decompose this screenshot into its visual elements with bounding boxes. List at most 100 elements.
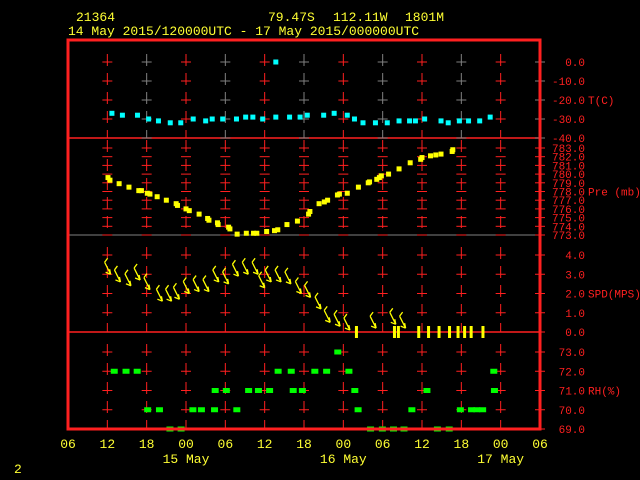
pressure-point (264, 229, 270, 235)
date-label: 16 May (320, 452, 367, 467)
temperature-point (167, 120, 173, 126)
temperature-point (109, 110, 115, 116)
pressure-point (378, 173, 384, 179)
relative_humidity-point (423, 388, 431, 393)
relative_humidity-point (289, 388, 297, 393)
pressure-point (243, 230, 249, 236)
pressure-point (336, 191, 342, 197)
relative_humidity-point (311, 368, 319, 374)
wind-arrow (323, 305, 331, 323)
calm-wind-bar (448, 326, 452, 338)
wind-arrow (113, 265, 122, 283)
temperature-point (477, 118, 483, 124)
temperature-point (321, 112, 327, 118)
relative_humidity-point (133, 368, 141, 374)
wind-arrow (314, 292, 322, 310)
y-tick-label: 1.0 (565, 309, 585, 321)
temperature-point (155, 118, 161, 124)
temperature-point (243, 114, 249, 120)
temperature-point (178, 120, 184, 126)
temperature-point (134, 112, 140, 118)
pressure-point (355, 184, 361, 190)
y-tick-label: 0.0 (565, 58, 585, 70)
meteogram-chart: 0.0-10.0-20.0-30.0-40.0T(C)783.0782.0781… (60, 38, 640, 467)
wind-arrow (343, 313, 351, 331)
temperature-point (372, 120, 378, 126)
temperature-point (250, 114, 256, 120)
temperature-point (407, 118, 413, 124)
pressure-point (428, 153, 434, 159)
y-tick-label: 72.0 (559, 367, 585, 379)
pressure-point (407, 160, 413, 166)
relative_humidity-point (122, 368, 130, 374)
temperature-point (260, 116, 266, 122)
wind-arrow (192, 275, 200, 293)
x-tick-label: 12 (100, 437, 116, 452)
y-tick-label: 2.0 (565, 290, 585, 302)
x-tick-label: 06 (375, 437, 391, 452)
x-tick-label: 06 (60, 437, 76, 452)
pressure-point (126, 184, 132, 190)
pressure-point (433, 152, 439, 158)
pressure-point (307, 209, 313, 215)
temperature-point (351, 116, 357, 122)
calm-wind-bar (417, 326, 421, 338)
calm-wind-bar (392, 326, 396, 338)
pressure-point (386, 171, 392, 177)
temperature-point (422, 116, 428, 122)
relative_humidity-point (345, 368, 353, 374)
pressure-point (196, 211, 202, 217)
relative_humidity-point (354, 407, 362, 413)
x-tick-label: 18 (296, 437, 312, 452)
temperature-point (456, 118, 462, 124)
pressure-point (325, 197, 331, 203)
panel-label: SPD(MPS) (588, 290, 640, 302)
pressure-point (450, 147, 456, 153)
pressure-point (294, 218, 300, 224)
calm-wind-bar (354, 326, 358, 338)
pressure-point (116, 181, 122, 187)
relative_humidity-point (323, 368, 331, 374)
y-tick-label: -20.0 (552, 96, 585, 108)
x-tick-label: 18 (454, 437, 470, 452)
relative_humidity-point (408, 407, 416, 413)
relative_humidity-point (456, 407, 464, 413)
relative_humidity-point (189, 407, 197, 413)
pressure-point (147, 191, 153, 197)
pressure-point (107, 177, 113, 183)
pressure-point (174, 202, 180, 208)
temperature-point (360, 120, 366, 126)
x-tick-label: 00 (178, 437, 194, 452)
relative_humidity-point (211, 388, 219, 393)
relative_humidity-point (287, 368, 295, 374)
pressure-point (284, 222, 290, 228)
y-tick-label: -10.0 (552, 77, 585, 89)
relative_humidity-point (298, 388, 306, 393)
temperature-point (487, 114, 493, 120)
temperature-point (344, 112, 350, 118)
pressure-point (234, 231, 240, 237)
temperature-point (119, 112, 125, 118)
temperature-point (203, 118, 209, 124)
x-tick-label: 06 (218, 437, 234, 452)
temperature-point (466, 118, 472, 124)
wind-arrow (164, 284, 173, 302)
wind-arrow (399, 311, 407, 329)
y-tick-label: 73.0 (559, 348, 585, 360)
wind-arrow (251, 257, 259, 275)
wind-arrow (155, 284, 164, 302)
pressure-point (275, 227, 281, 233)
calm-wind-bar (437, 326, 441, 338)
pressure-point (227, 226, 233, 232)
relative_humidity-point (222, 388, 230, 393)
temperature-point (304, 112, 310, 118)
pressure-point (138, 188, 144, 194)
temperature-point (384, 120, 390, 126)
pressure-point (367, 179, 373, 185)
temperature-point (190, 116, 196, 122)
wind-arrow (274, 265, 282, 283)
temperature-point (233, 116, 239, 122)
x-tick-label: 12 (414, 437, 430, 452)
wind-arrow (241, 257, 249, 275)
wind-arrow (389, 307, 397, 325)
